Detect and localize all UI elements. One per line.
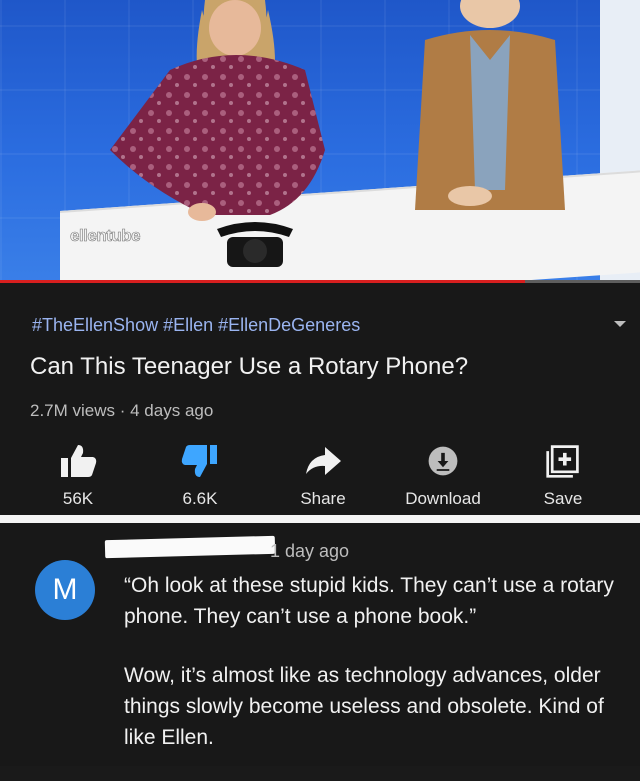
- save-label: Save: [543, 489, 583, 508]
- video-meta: 2.7M views · 4 days ago: [30, 401, 214, 420]
- avatar[interactable]: M: [35, 560, 95, 620]
- comment-time: 1 day ago: [270, 541, 350, 561]
- rotary-phone: [217, 222, 293, 267]
- comment-text: “Oh look at these stupid kids. They can’…: [124, 570, 624, 781]
- share-arrow-icon: [306, 447, 341, 475]
- redacted-username: [104, 535, 276, 559]
- woman-figure: [110, 0, 325, 221]
- ellentube-watermark: ellentube: [70, 226, 141, 246]
- download-label: Download: [405, 489, 481, 508]
- man-figure: [415, 0, 565, 210]
- comment: M 1 day ago “Oh look at these stupid kid…: [0, 523, 640, 766]
- action-bar: 56K 6.6K Share Download Save: [0, 443, 640, 515]
- save-button[interactable]: Save: [508, 443, 618, 515]
- share-label: Share: [300, 489, 346, 508]
- dislike-button[interactable]: 6.6K: [145, 443, 255, 515]
- like-count: 56K: [62, 489, 94, 508]
- hashtags[interactable]: #TheEllenShow #Ellen #EllenDeGeneres: [32, 315, 360, 336]
- comment-paragraph-2: Wow, it’s almost like as technology adva…: [124, 664, 604, 749]
- thumbs-up-icon: [61, 445, 97, 477]
- share-button[interactable]: Share: [268, 443, 378, 515]
- video-info: #TheEllenShow #Ellen #EllenDeGeneres Can…: [0, 283, 640, 515]
- comment-paragraph-1: “Oh look at these stupid kids. They can’…: [124, 574, 614, 628]
- like-button[interactable]: 56K: [23, 443, 133, 515]
- chevron-down-icon[interactable]: [614, 321, 626, 327]
- dislike-count: 6.6K: [182, 489, 218, 508]
- add-to-playlist-icon: [546, 445, 579, 478]
- download-button[interactable]: Download: [388, 443, 498, 515]
- thumbs-down-icon: [181, 445, 217, 477]
- divider: [0, 515, 640, 523]
- video-title: Can This Teenager Use a Rotary Phone?: [30, 353, 469, 380]
- video-player[interactable]: ellentube: [0, 0, 640, 283]
- download-icon: [428, 446, 458, 476]
